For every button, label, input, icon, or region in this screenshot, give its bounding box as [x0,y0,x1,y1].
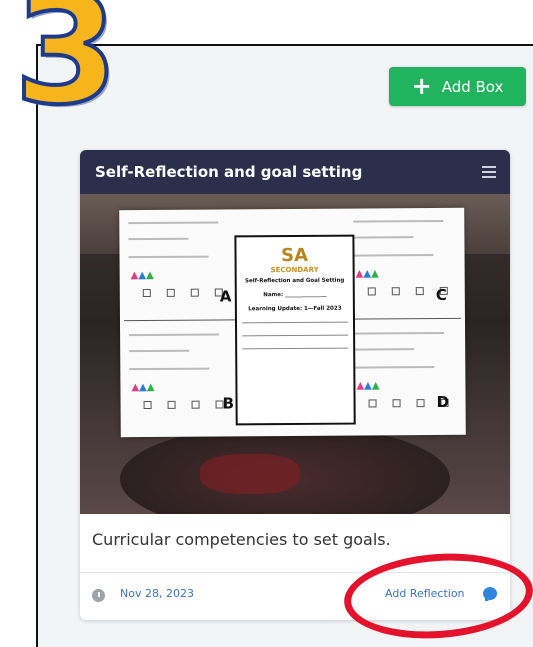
card-caption: Curricular competencies to set goals. [92,530,391,549]
worksheet-update: Learning Update: 1—Fall 2023 [248,305,342,313]
card-title: Self-Reflection and goal setting [95,163,363,181]
hamburger-icon[interactable] [482,166,496,178]
school-name: SECONDARY [270,265,319,275]
add-box-label: Add Box [441,77,504,96]
photo-red-patch [200,454,300,494]
quadrant-label-b: B [222,394,235,413]
step-number-badge: 3 [10,0,130,138]
reflection-card: Self-Reflection and goal setting ▲▲▲ ▲▲▲ [80,150,510,620]
worksheet-name-line: Name: _______________ [263,291,327,299]
worksheet-lines [237,321,353,350]
card-date: Nov 28, 2023 [120,587,194,600]
quadrant-label-d: D [436,392,450,411]
add-box-button[interactable]: + Add Box [389,67,526,106]
plus-icon: + [411,71,432,100]
step-number: 3 [12,0,120,138]
card-header: Self-Reflection and goal setting [80,150,510,194]
worksheet-title: Self-Reflection and Goal Setting [245,277,345,285]
clock-icon [92,589,105,602]
center-worksheet: SA SECONDARY Self-Reflection and Goal Se… [234,234,356,426]
card-photo[interactable]: ▲▲▲ ▲▲▲ ▲▲▲ ▲▲▲ A B C D SA SECONDARY Sel… [80,194,510,514]
quadrant-label-c: C [435,285,447,304]
worksheet-photo: ▲▲▲ ▲▲▲ ▲▲▲ ▲▲▲ A B C D SA SECONDARY Sel… [119,207,466,438]
quadrant-label-a: A [219,287,232,306]
school-logo: SA [281,244,309,267]
worksheet-quadrant: ▲▲▲ [350,326,506,427]
worksheet-quadrant: ▲▲▲ [349,214,505,315]
